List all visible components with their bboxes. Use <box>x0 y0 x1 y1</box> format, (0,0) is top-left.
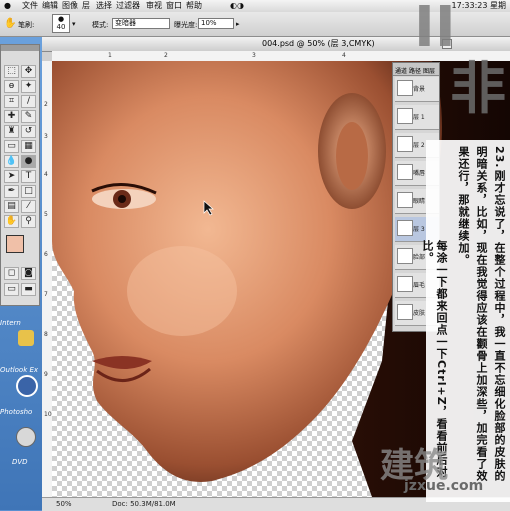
doc-size: Doc: 50.3M/81.0M <box>112 500 176 508</box>
menu-image[interactable]: 图像 <box>62 0 78 12</box>
menu-view[interactable]: 审视 <box>146 0 162 12</box>
watermark-glyph-left: II <box>414 0 456 60</box>
menu-window[interactable]: 窗口 <box>166 0 182 12</box>
screen-mode-icon[interactable]: ▭ <box>4 283 19 296</box>
layer-thumbnail <box>397 248 413 264</box>
chevron-down-icon[interactable]: ▾ <box>72 20 76 28</box>
blur-tool-icon[interactable]: 💧 <box>4 155 19 168</box>
hand-tool-icon[interactable]: ✋ <box>4 215 19 228</box>
path-select-icon[interactable]: ➤ <box>4 170 19 183</box>
tutorial-line-3: 果还行，那就继续加。 <box>457 146 470 266</box>
menu-edit[interactable]: 编辑 <box>42 0 58 12</box>
menu-file[interactable]: 文件 <box>22 0 38 12</box>
internet-label: Intern <box>0 319 21 327</box>
mode-select[interactable]: 变暗器 <box>112 18 170 29</box>
tab-channels[interactable]: 通道 <box>395 66 407 75</box>
menu-help[interactable]: 帮助 <box>186 0 202 12</box>
outlook-express-icon[interactable] <box>18 330 34 346</box>
menu-filter[interactable]: 过滤器 <box>116 0 140 12</box>
zoom-tool-icon[interactable]: ⚲ <box>21 215 36 228</box>
brush-picker[interactable]: ● 40 <box>52 14 70 33</box>
magic-wand-icon[interactable]: ✦ <box>21 80 36 93</box>
brush-tool-icon[interactable]: ✎ <box>21 110 36 123</box>
crop-tool-icon[interactable]: ⌗ <box>4 95 19 108</box>
exposure-value: 10% <box>201 19 217 27</box>
pen-tool-icon[interactable]: ✒ <box>4 185 19 198</box>
layer-row[interactable]: 背景 <box>395 77 439 102</box>
burn-tool-icon: ✋ <box>4 18 17 29</box>
toolbox: ⬚ ✥ ɵ ✦ ⌗ / ✚ ✎ ♜ ↺ ▭ ▦ 💧 ● ➤ T ✒ □ ▤ ⁄ … <box>0 44 40 306</box>
exposure-label: 曝光度: <box>174 21 198 29</box>
exposure-arrow-icon[interactable]: ▸ <box>236 20 240 28</box>
move-tool-icon[interactable]: ✥ <box>21 65 36 78</box>
notes-tool-icon[interactable]: ▤ <box>4 200 19 213</box>
toggle-icon: ◐◑ <box>230 1 244 10</box>
dvd-icon[interactable] <box>16 427 36 447</box>
marquee-tool-icon[interactable]: ⬚ <box>4 65 19 78</box>
tab-layers[interactable]: 图层 <box>423 66 435 75</box>
foreground-color-swatch[interactable] <box>6 235 24 253</box>
brush-label: 笔刷: <box>18 21 35 29</box>
layer-thumbnail <box>397 80 413 96</box>
clock: 17:33:23 星期 <box>451 1 506 10</box>
menu-select[interactable]: 选择 <box>96 0 112 12</box>
menu-layer[interactable]: 层 <box>82 0 90 12</box>
layer-thumbnail <box>397 192 413 208</box>
apple-menu-icon[interactable]: ● <box>4 0 11 12</box>
layer-thumbnail <box>397 304 413 320</box>
mode-label: 模式: <box>92 21 109 29</box>
type-tool-icon[interactable]: T <box>21 170 36 183</box>
layer-row[interactable]: 层 1 <box>395 105 439 130</box>
eyedropper-icon[interactable]: ⁄ <box>21 200 36 213</box>
layer-thumbnail <box>397 108 413 124</box>
gradient-tool-icon[interactable]: ▦ <box>21 140 36 153</box>
tutorial-line-1: 刚才忘说了，在整个过程中，我一直不忘细化脸部的皮肤的 <box>493 170 506 482</box>
document-title: 004.psd @ 50% (层 3,CMYK) <box>262 39 375 48</box>
tutorial-line-2: 明暗关系，比如，现在我觉得应该在颧骨上加深些，加完看了效 <box>475 146 488 482</box>
history-brush-icon[interactable]: ↺ <box>21 125 36 138</box>
photoshop-icon[interactable] <box>16 375 38 397</box>
quickmask-mode-icon[interactable]: ◙ <box>21 267 36 280</box>
lasso-tool-icon[interactable]: ɵ <box>4 80 19 93</box>
layer-thumbnail <box>397 220 413 236</box>
burn-tool-icon[interactable]: ● <box>21 155 36 168</box>
layer-thumbnail <box>397 276 413 292</box>
toolbox-titlebar[interactable] <box>1 45 39 51</box>
shape-tool-icon[interactable]: □ <box>21 185 36 198</box>
layer-thumbnail <box>397 136 413 152</box>
zoom-level[interactable]: 50% <box>56 498 72 510</box>
standard-mode-icon[interactable]: ◻ <box>4 267 19 280</box>
layers-tabs: 通道 路径 图层 <box>393 63 439 76</box>
layer-thumbnail <box>397 164 413 180</box>
dvd-icon-label: DVD <box>12 458 28 466</box>
tutorial-step: 23. <box>493 146 506 169</box>
eraser-tool-icon[interactable]: ▭ <box>4 140 19 153</box>
brush-size: 40 <box>56 23 66 31</box>
tab-paths[interactable]: 路径 <box>409 66 421 75</box>
slice-tool-icon[interactable]: / <box>21 95 36 108</box>
watermark-glyph-right: 非 <box>450 57 506 122</box>
healing-tool-icon[interactable]: ✚ <box>4 110 19 123</box>
brand-url: jzxue.com <box>404 478 484 494</box>
mode-value: 变暗器 <box>115 19 136 27</box>
stamp-tool-icon[interactable]: ♜ <box>4 125 19 138</box>
exposure-input[interactable]: 10% <box>198 18 234 29</box>
fullscreen-mode-icon[interactable]: ▬ <box>21 283 36 296</box>
